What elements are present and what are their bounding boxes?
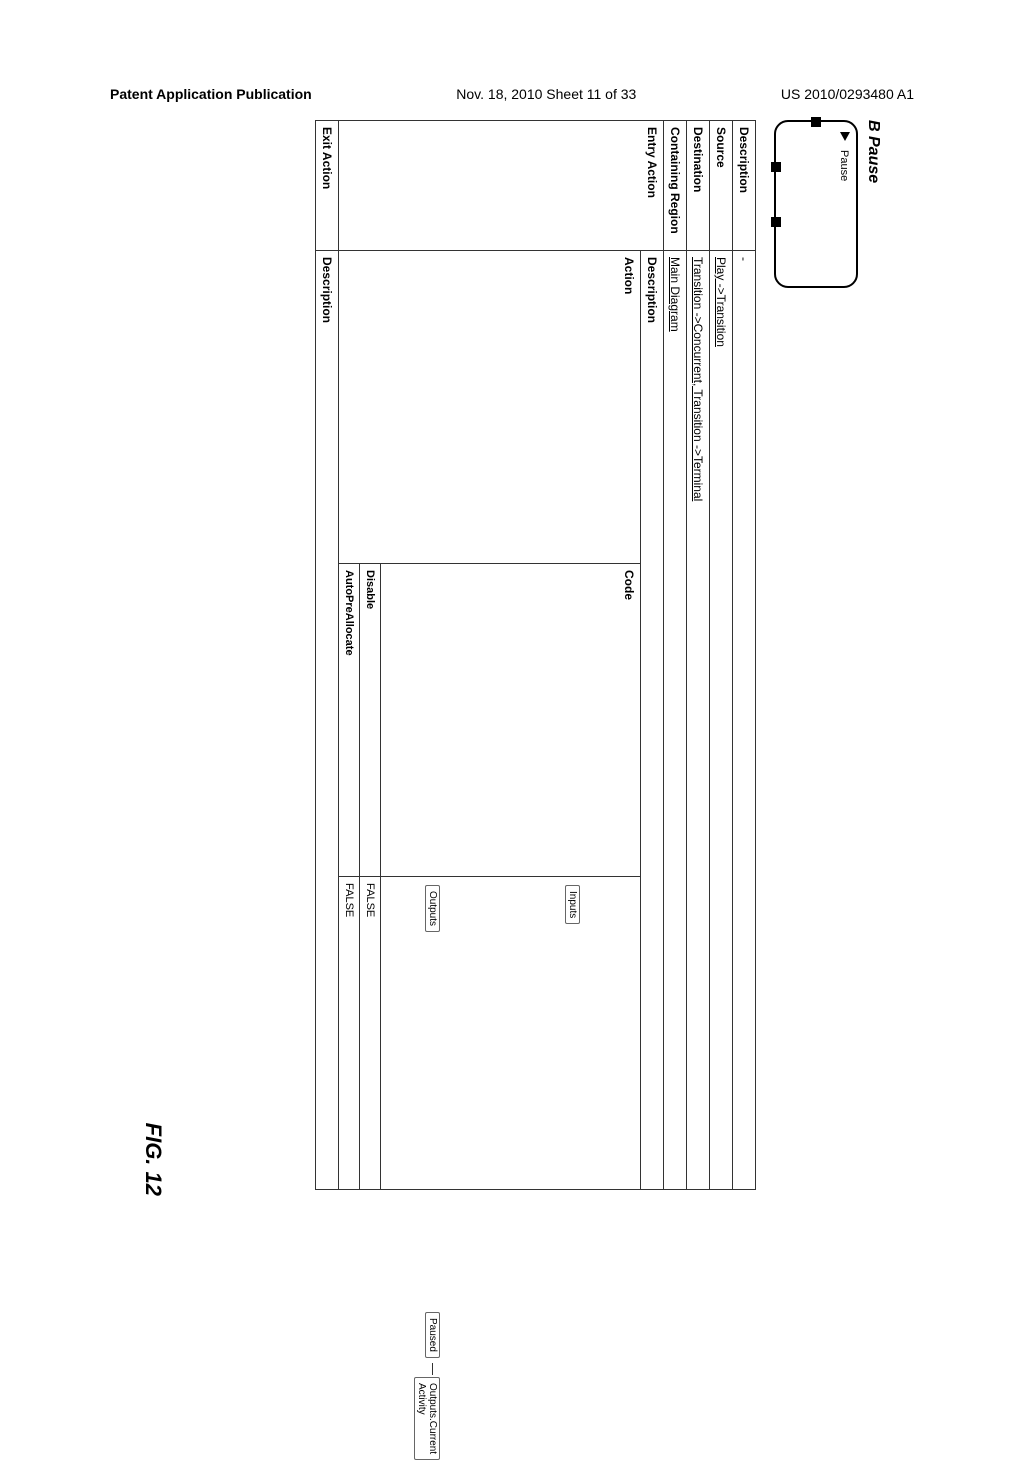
chip-outputs: Outputs <box>425 885 440 932</box>
prop-label-entry-action: Entry Action <box>339 121 664 251</box>
header-date-sheet: Nov. 18, 2010 Sheet 11 of 33 <box>456 86 636 102</box>
prop-value-source: Play ->Transition <box>710 251 733 1190</box>
header-publication: Patent Application Publication <box>110 86 312 102</box>
port-bottom-1-icon <box>771 162 781 172</box>
exit-action-description-label: Description <box>316 251 339 1190</box>
chip-connector-icon <box>432 1363 433 1375</box>
chip-inputs: Inputs <box>565 885 580 924</box>
prop-value-destination: Transition ->Concurrent, Transition ->Te… <box>687 251 710 1190</box>
figure-panel: B Pause Pause Description - Source Play … <box>132 110 892 1210</box>
prop-label-region: Containing Region <box>664 121 687 251</box>
port-left-icon <box>811 117 821 127</box>
table-row: Source Play ->Transition <box>710 121 733 1190</box>
entry-action-autoprealloc-label: AutoPreAllocate <box>339 564 360 877</box>
header-pubnumber: US 2010/0293480 A1 <box>781 86 914 102</box>
entry-action-description-label: Description <box>641 251 664 1190</box>
prop-label-description: Description <box>733 121 756 251</box>
table-row: Description - <box>733 121 756 1190</box>
state-node-pause: Pause <box>774 120 858 288</box>
table-row: Exit Action Description <box>316 121 339 1190</box>
entry-action-code-label: Code <box>381 564 641 877</box>
entry-action-action-label: Action <box>339 251 641 564</box>
entry-action-disable-value: FALSE <box>360 877 381 1190</box>
figure-title: B Pause <box>864 120 882 1210</box>
table-row: Action Code Inputs Outputs Paused Output… <box>381 121 641 1190</box>
entry-action-autoprealloc-value: FALSE <box>339 877 360 1190</box>
state-node-label: Pause <box>838 150 850 181</box>
chip-paused: Paused <box>425 1312 440 1358</box>
prop-label-source: Source <box>710 121 733 251</box>
prop-value-region: Main Diagram <box>664 251 687 1190</box>
table-row: Containing Region Main Diagram <box>664 121 687 1190</box>
figure-number-label: FIG. 12 <box>140 1123 166 1196</box>
entry-action-code-cell: Inputs Outputs Paused Outputs.Current Ac… <box>381 877 641 1190</box>
prop-label-destination: Destination <box>687 121 710 251</box>
entry-action-disable-label: Disable <box>360 564 381 877</box>
properties-table: Description - Source Play ->Transition D… <box>315 120 756 1190</box>
table-row: Destination Transition ->Concurrent, Tra… <box>687 121 710 1190</box>
prop-value-description: - <box>733 251 756 1190</box>
chip-current-activity: Outputs.Current Activity <box>414 1377 440 1460</box>
prop-label-exit-action: Exit Action <box>316 121 339 251</box>
play-icon <box>840 132 850 141</box>
table-row: Entry Action Description <box>641 121 664 1190</box>
port-bottom-2-icon <box>771 217 781 227</box>
